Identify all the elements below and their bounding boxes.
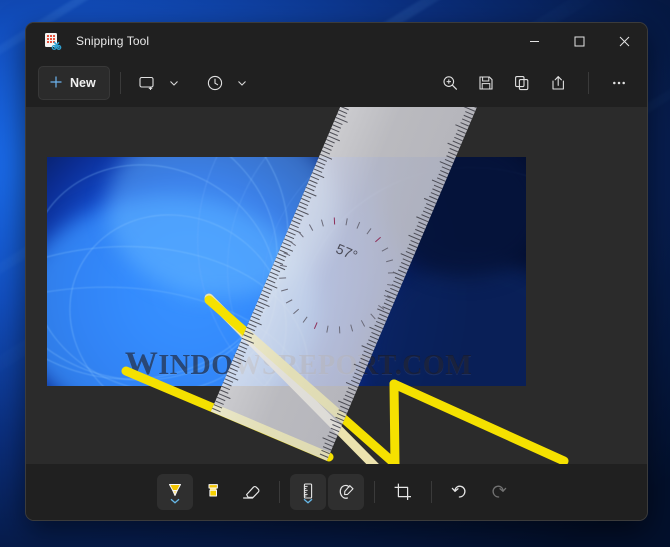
angle-dial-tick	[281, 288, 289, 292]
touch-writing-tool[interactable]	[328, 474, 364, 510]
new-button[interactable]: New	[38, 66, 110, 100]
snip-mode-chevron-down-icon[interactable]	[163, 67, 185, 99]
ink-toolbar	[26, 464, 647, 520]
ink-toolbar-divider	[279, 481, 280, 503]
ballpoint-pen-tool[interactable]	[157, 474, 193, 510]
angle-dial-tick	[308, 224, 314, 231]
zoom-in-icon[interactable]	[434, 67, 466, 99]
rectangle-snip-icon[interactable]	[131, 67, 163, 99]
angle-dial-tick	[293, 308, 300, 315]
plus-icon	[49, 75, 63, 92]
snipping-tool-icon	[42, 31, 62, 51]
toolbar-divider	[119, 72, 121, 94]
angle-dial: 57°	[279, 203, 395, 334]
angle-dial-tick	[326, 325, 329, 333]
angle-dial-tick	[313, 322, 318, 330]
pen-chevron-down-icon[interactable]	[170, 491, 180, 509]
angle-dial-tick	[360, 320, 366, 327]
ruler-chevron-down-icon[interactable]	[303, 491, 313, 509]
angle-dial-tick	[302, 316, 308, 323]
ink-toolbar-divider	[431, 481, 432, 503]
title-bar[interactable]: Snipping Tool	[26, 23, 647, 59]
angle-dial-tick	[279, 277, 287, 279]
eraser-tool[interactable]	[233, 474, 269, 510]
toolbar-right-group	[434, 67, 635, 99]
angle-dial-tick	[350, 324, 354, 332]
stroke-right-diagonal	[389, 379, 569, 464]
ruler-tool[interactable]	[290, 474, 326, 510]
close-button[interactable]	[602, 23, 647, 59]
window-title: Snipping Tool	[76, 34, 150, 48]
top-toolbar: New	[26, 59, 647, 107]
copy-icon[interactable]	[506, 67, 538, 99]
crop-tool[interactable]	[385, 474, 421, 510]
new-button-label: New	[70, 76, 96, 90]
angle-dial-tick	[386, 259, 394, 263]
more-ellipsis-icon[interactable]	[603, 67, 635, 99]
toolbar-divider	[588, 72, 589, 94]
delay-group	[199, 67, 253, 99]
undo-button[interactable]	[442, 474, 478, 510]
angle-dial-tick	[338, 326, 341, 334]
snipping-tool-window: Snipping Tool New W .COM 57°	[25, 22, 648, 521]
ink-toolbar-divider	[374, 481, 375, 503]
capture-canvas[interactable]: WINDOWSREPORT.COM 57°	[26, 107, 647, 464]
redo-button[interactable]	[480, 474, 516, 510]
ruler-tick	[210, 411, 223, 417]
stroke-v-right	[389, 379, 400, 464]
highlighter-tool[interactable]	[195, 474, 231, 510]
save-icon[interactable]	[470, 67, 502, 99]
watermark-suffix: .COM	[394, 350, 473, 381]
watermark-prefix: W	[124, 346, 159, 382]
share-icon[interactable]	[542, 67, 574, 99]
delay-chevron-down-icon[interactable]	[231, 67, 253, 99]
maximize-button[interactable]	[557, 23, 602, 59]
angle-dial-tick	[285, 299, 293, 304]
minimize-button[interactable]	[512, 23, 557, 59]
caption-buttons	[512, 23, 647, 59]
clock-icon[interactable]	[199, 67, 231, 99]
snip-mode-group	[131, 67, 185, 99]
